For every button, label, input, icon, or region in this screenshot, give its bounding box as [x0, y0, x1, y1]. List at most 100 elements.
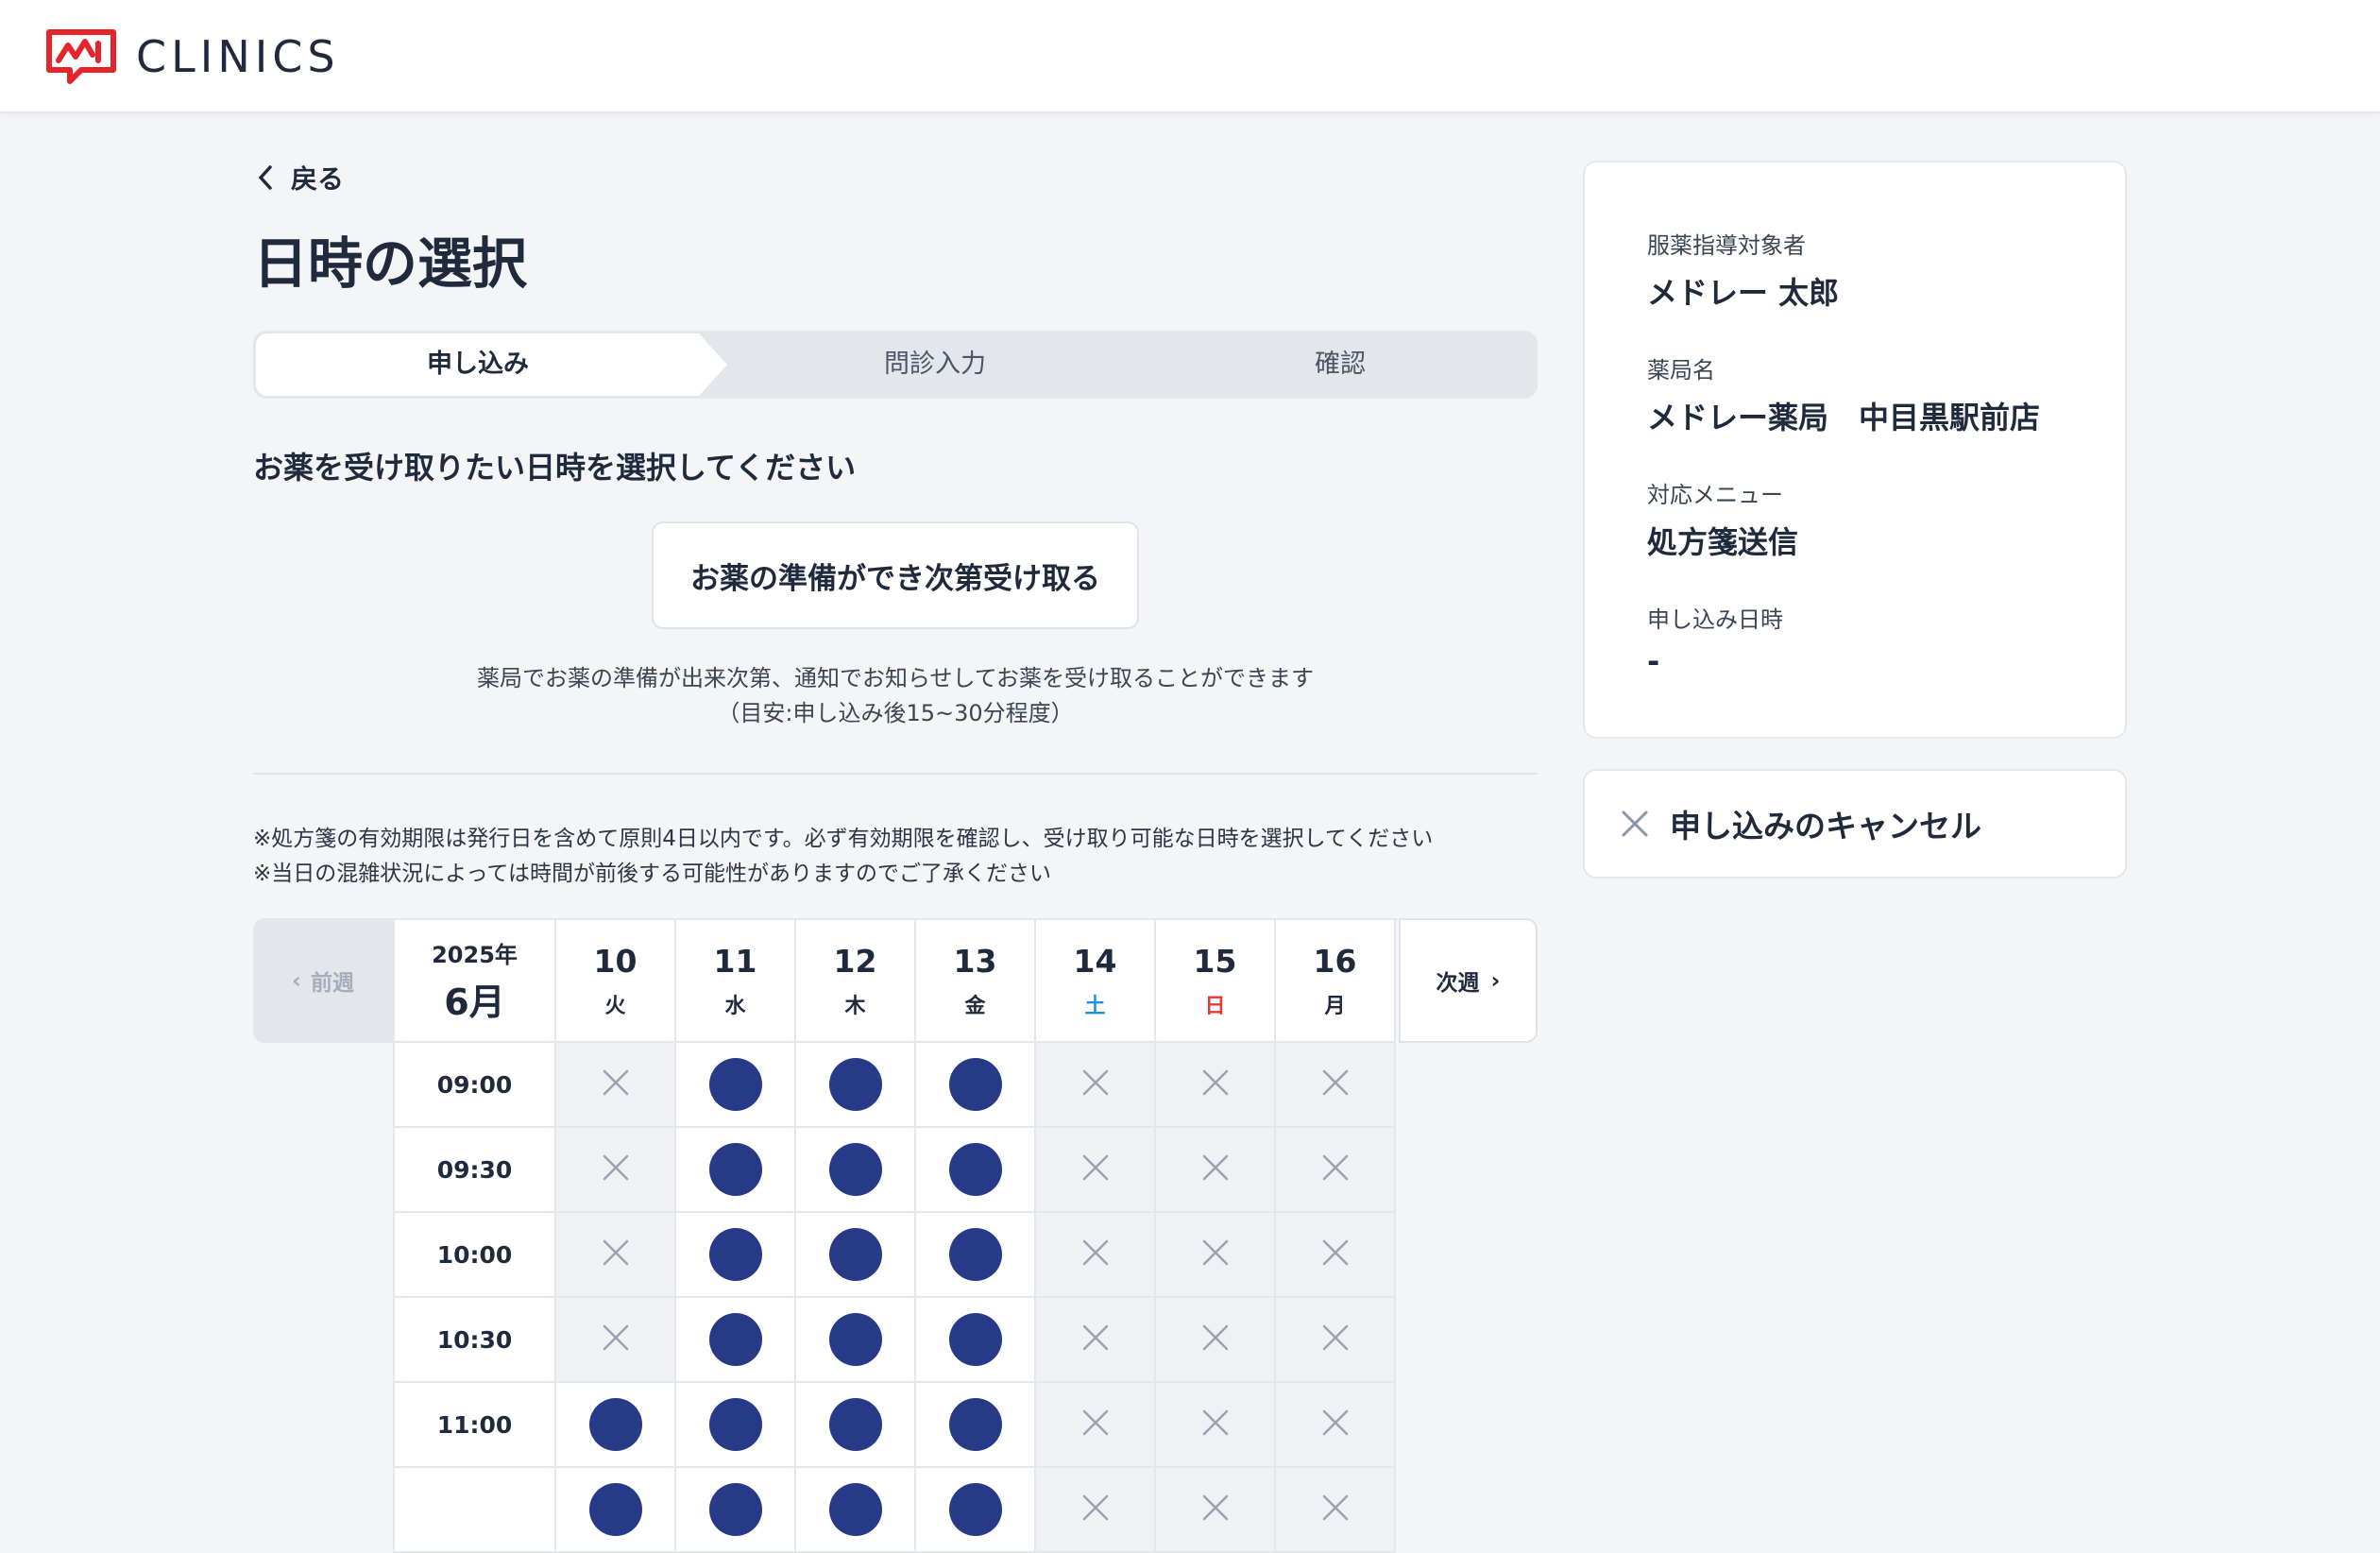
- slot-unavailable: [1036, 1213, 1156, 1298]
- page-title: 日時の選択: [253, 231, 528, 296]
- back-link[interactable]: 戻る: [253, 159, 344, 196]
- chevron-left-icon: [259, 165, 272, 190]
- pharmacy-value: メドレー薬局 中目黒駅前店: [1647, 400, 2041, 435]
- time-slot-row: [395, 1468, 1398, 1553]
- slot-available[interactable]: [916, 1383, 1036, 1468]
- slot-unavailable: [556, 1043, 676, 1128]
- back-label: 戻る: [291, 163, 345, 195]
- unavailable-x-icon: [1199, 1152, 1232, 1187]
- unavailable-x-icon: [600, 1237, 632, 1272]
- receive-asap-button[interactable]: お薬の準備ができ次第受け取る: [652, 521, 1139, 629]
- slot-available[interactable]: [676, 1128, 796, 1213]
- calendar-year: 2025年: [432, 942, 518, 968]
- slot-available[interactable]: [916, 1298, 1036, 1383]
- unavailable-x-icon: [1319, 1067, 1352, 1102]
- day-number: 15: [1193, 942, 1237, 980]
- time-label: 10:30: [395, 1298, 556, 1383]
- notes: ※処方箋の有効期限は発行日を含めて原則4日以内です。必ず有効期限を確認し、受け取…: [253, 822, 1433, 892]
- slot-available[interactable]: [556, 1468, 676, 1553]
- slot-available[interactable]: [916, 1468, 1036, 1553]
- chevron-right-icon: ›: [1490, 967, 1501, 994]
- day-header-15: 15 日: [1156, 920, 1276, 1043]
- close-icon: [1622, 811, 1648, 837]
- available-circle-icon: [828, 1313, 882, 1366]
- summary-menu: 対応メニュー 処方箋送信: [1647, 476, 1798, 562]
- available-circle-icon: [708, 1058, 762, 1111]
- datetime-label: 申し込み日時: [1647, 606, 1783, 633]
- clinics-logo-icon: [46, 29, 116, 84]
- unavailable-x-icon: [1319, 1492, 1352, 1527]
- slot-unavailable: [1156, 1213, 1276, 1298]
- asap-desc-line1: 薬局でお薬の準備が出来次第、通知でお知らせしてお薬を受け取ることができます: [476, 665, 1315, 691]
- unavailable-x-icon: [1080, 1492, 1112, 1527]
- slot-available[interactable]: [676, 1043, 796, 1128]
- available-circle-icon: [828, 1143, 882, 1196]
- prev-week-button[interactable]: ‹ 前週: [253, 918, 393, 1043]
- available-circle-icon: [828, 1228, 882, 1281]
- day-of-week: 土: [1084, 994, 1106, 1018]
- slot-available[interactable]: [796, 1043, 916, 1128]
- slot-available[interactable]: [676, 1383, 796, 1468]
- next-week-button[interactable]: 次週 ›: [1399, 918, 1538, 1043]
- unavailable-x-icon: [600, 1152, 632, 1187]
- step-indicator: 申し込み 問診入力 確認: [253, 331, 1538, 399]
- receive-asap-description: 薬局でお薬の準備が出来次第、通知でお知らせしてお薬を受け取ることができます （目…: [253, 661, 1538, 731]
- pharmacy-label: 薬局名: [1647, 357, 1715, 384]
- slot-available[interactable]: [796, 1383, 916, 1468]
- unavailable-x-icon: [1199, 1492, 1232, 1527]
- day-header-10: 10 火: [556, 920, 676, 1043]
- datetime-value: -: [1647, 643, 1660, 679]
- slot-available[interactable]: [556, 1383, 676, 1468]
- day-of-week: 水: [724, 994, 746, 1018]
- clinics-logo[interactable]: CLINICS: [43, 26, 340, 87]
- day-number: 11: [713, 942, 757, 980]
- year-month-cell: 2025年 6月: [395, 920, 556, 1043]
- slot-unavailable: [1036, 1128, 1156, 1213]
- available-circle-icon: [948, 1483, 1002, 1536]
- day-of-week: 日: [1204, 994, 1226, 1018]
- next-week-label: 次週: [1436, 971, 1480, 996]
- slot-unavailable: [1276, 1043, 1396, 1128]
- slot-available[interactable]: [676, 1298, 796, 1383]
- slot-available[interactable]: [916, 1128, 1036, 1213]
- cancel-application-button[interactable]: 申し込みのキャンセル: [1583, 769, 2127, 879]
- available-circle-icon: [588, 1398, 642, 1451]
- divider: [253, 773, 1538, 775]
- step-application: 申し込み: [427, 350, 529, 379]
- day-header-16: 16 月: [1276, 920, 1396, 1043]
- step-confirm: 確認: [1315, 350, 1366, 379]
- slot-unavailable: [1156, 1383, 1276, 1468]
- slot-unavailable: [556, 1213, 676, 1298]
- slot-available[interactable]: [916, 1213, 1036, 1298]
- unavailable-x-icon: [1319, 1237, 1352, 1272]
- available-circle-icon: [708, 1398, 762, 1451]
- summary-datetime: 申し込み日時 -: [1647, 601, 1783, 679]
- slot-unavailable: [1036, 1298, 1156, 1383]
- time-label: 10:00: [395, 1213, 556, 1298]
- prev-week-label: 前週: [310, 971, 354, 996]
- available-circle-icon: [828, 1483, 882, 1536]
- slot-available[interactable]: [796, 1468, 916, 1553]
- time-slot-row: 10:30: [395, 1298, 1398, 1383]
- calendar-month: 6月: [444, 981, 505, 1023]
- slot-unavailable: [1276, 1468, 1396, 1553]
- reservation-summary: 服薬指導対象者 メドレー 太郎 薬局名 メドレー薬局 中目黒駅前店 対応メニュー…: [1583, 161, 2127, 739]
- note-expiry: ※処方箋の有効期限は発行日を含めて原則4日以内です。必ず有効期限を確認し、受け取…: [253, 827, 1434, 851]
- slot-available[interactable]: [676, 1213, 796, 1298]
- unavailable-x-icon: [1319, 1407, 1352, 1442]
- unavailable-x-icon: [1199, 1322, 1232, 1357]
- slot-available[interactable]: [796, 1213, 916, 1298]
- unavailable-x-icon: [600, 1322, 632, 1357]
- slot-available[interactable]: [796, 1128, 916, 1213]
- logo-text: CLINICS: [136, 31, 340, 82]
- available-circle-icon: [948, 1143, 1002, 1196]
- unavailable-x-icon: [1080, 1152, 1112, 1187]
- slot-available[interactable]: [796, 1298, 916, 1383]
- day-number: 13: [953, 942, 997, 980]
- unavailable-x-icon: [1080, 1237, 1112, 1272]
- available-circle-icon: [948, 1313, 1002, 1366]
- slot-unavailable: [1156, 1468, 1276, 1553]
- summary-patient: 服薬指導対象者 メドレー 太郎: [1647, 227, 1839, 313]
- slot-available[interactable]: [676, 1468, 796, 1553]
- slot-available[interactable]: [916, 1043, 1036, 1128]
